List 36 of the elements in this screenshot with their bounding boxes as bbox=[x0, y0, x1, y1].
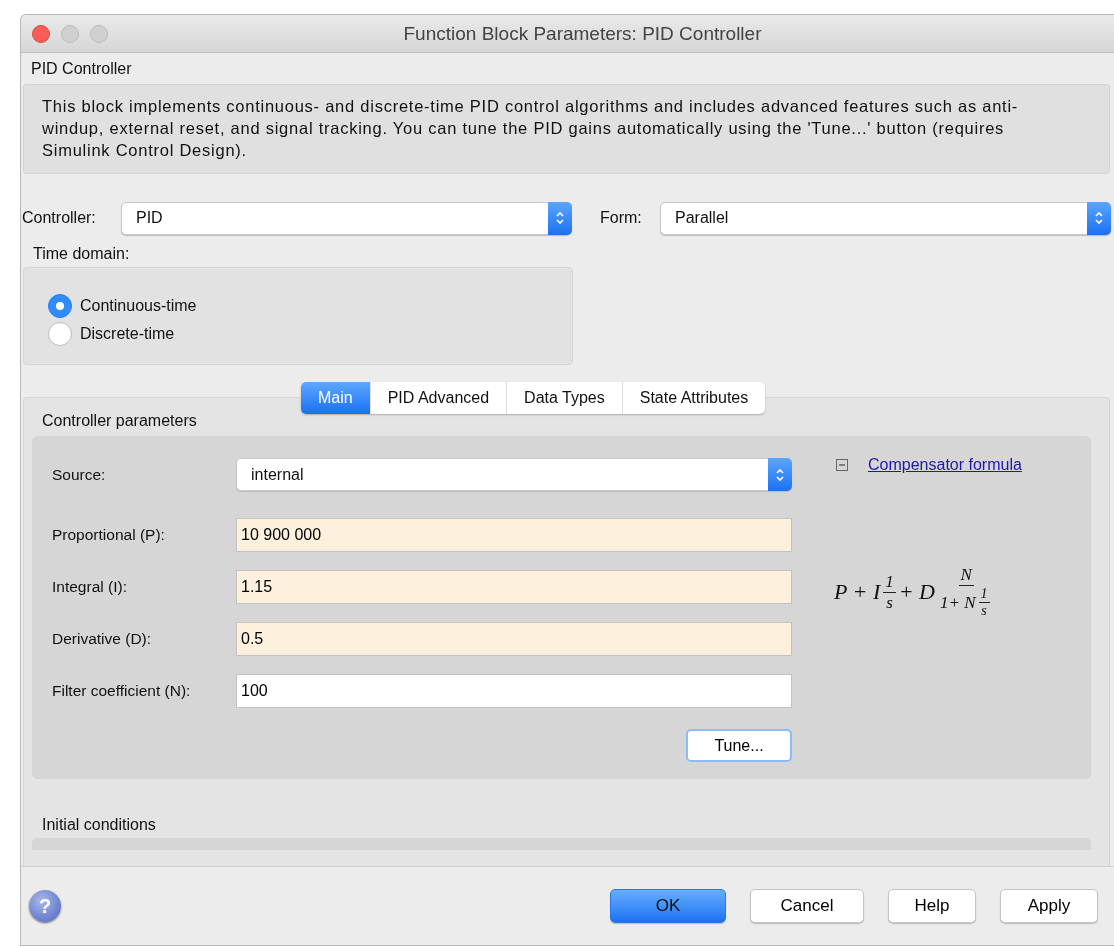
compensator-formula-link[interactable]: Compensator formula bbox=[868, 456, 1022, 474]
chevron-icon bbox=[1087, 201, 1111, 235]
form-label: Form: bbox=[600, 209, 643, 227]
form-dropdown[interactable]: Parallel bbox=[660, 201, 1111, 235]
window-title: Function Block Parameters: PID Controller bbox=[403, 22, 762, 45]
source-dropdown[interactable]: internal bbox=[236, 458, 792, 491]
collapse-icon[interactable] bbox=[836, 459, 848, 471]
radio-label[interactable]: Discrete-time bbox=[80, 325, 175, 343]
controller-label: Controller: bbox=[22, 209, 97, 227]
field-label: Filter coefficient (N): bbox=[52, 682, 192, 700]
field-label: Integral (I): bbox=[52, 578, 128, 596]
dialog-button[interactable]: Cancel bbox=[750, 889, 864, 923]
section-title: Initial conditions bbox=[42, 816, 156, 835]
chevron-icon bbox=[548, 201, 572, 235]
dialog-button[interactable]: Apply bbox=[1000, 889, 1098, 923]
chevron-icon bbox=[768, 458, 792, 491]
block-description: This block implements continuous- and discrete-time PID control algorithms and includes advanced features such as anti-windup, external reset, and signal tracking. You can tune the PID gains automatically using the 'Tune...' button (requires Simulink Control Design). bbox=[23, 84, 1110, 174]
field-label: Derivative (D): bbox=[52, 630, 153, 648]
field-label: Source: bbox=[52, 465, 107, 484]
tab[interactable]: State Attributes bbox=[622, 382, 766, 414]
time-domain-label: Time domain: bbox=[32, 244, 131, 264]
dialog-button[interactable]: OK bbox=[610, 889, 726, 923]
dialog-button[interactable]: Help bbox=[888, 889, 976, 923]
section-title: Controller parameters bbox=[42, 412, 197, 431]
radio-button[interactable] bbox=[48, 322, 72, 346]
input-field[interactable]: 100 bbox=[236, 674, 792, 708]
tune-button[interactable]: Tune... bbox=[686, 729, 792, 762]
input-field[interactable]: 1.15 bbox=[236, 570, 792, 604]
field-label: Proportional (P): bbox=[52, 526, 166, 544]
radio-label[interactable]: Continuous-time bbox=[80, 297, 197, 315]
close-icon[interactable] bbox=[32, 25, 50, 43]
input-field[interactable]: 0.5 bbox=[236, 622, 792, 656]
block-name: PID Controller bbox=[30, 59, 133, 79]
input-field[interactable]: 10 900 000 bbox=[236, 518, 792, 552]
controller-dropdown[interactable]: PID bbox=[121, 201, 572, 235]
radio-button[interactable] bbox=[48, 294, 72, 318]
